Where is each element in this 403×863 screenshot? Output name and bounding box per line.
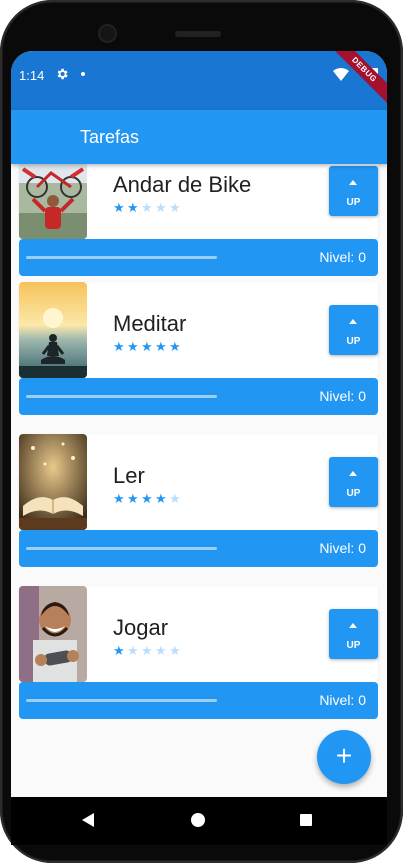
arrow-up-icon	[349, 471, 357, 476]
status-time: 1:14	[19, 68, 45, 83]
star-icon: ★	[169, 339, 181, 354]
task-list[interactable]: Andar de Bike ★ ★ ★ ★ ★ UP Nivel: 0 Medi…	[11, 164, 387, 797]
star-icon: ★	[155, 643, 167, 658]
star-icon: ★	[113, 200, 125, 215]
meditation-photo	[19, 282, 87, 378]
star-icon: ★	[155, 491, 167, 506]
system-navigation-bar	[11, 797, 387, 845]
arrow-up-icon	[349, 623, 357, 628]
home-icon[interactable]	[191, 813, 205, 827]
level-text: Nivel: 0	[319, 249, 366, 265]
back-icon[interactable]	[82, 813, 94, 827]
task-card: Meditar ★ ★ ★ ★ ★ UP Nivel: 0	[19, 282, 378, 415]
front-camera	[100, 26, 115, 41]
task-name: Jogar	[113, 615, 169, 640]
task-card-body: Ler ★ ★ ★ ★ ★ UP	[19, 434, 378, 530]
task-card: Ler ★ ★ ★ ★ ★ UP Nivel: 0	[19, 434, 378, 567]
task-card: Jogar ★ ★ ★ ★ ★ UP Nivel: 0	[19, 586, 378, 719]
rating-stars: ★ ★ ★ ★ ★	[113, 340, 182, 353]
app-bar: Tarefas	[11, 110, 387, 164]
star-icon: ★	[141, 643, 153, 658]
up-button[interactable]: UP	[329, 609, 378, 659]
task-level-bar: Nivel: 0	[19, 239, 378, 276]
arrow-up-icon	[349, 319, 357, 324]
star-icon: ★	[127, 339, 139, 354]
star-icon: ★	[113, 339, 125, 354]
task-level-bar: Nivel: 0	[19, 378, 378, 415]
task-card-body: Andar de Bike ★ ★ ★ ★ ★ UP	[19, 164, 378, 239]
task-name: Andar de Bike	[113, 172, 252, 197]
plus-icon: +	[335, 740, 353, 771]
star-icon: ★	[127, 643, 139, 658]
rating-stars: ★ ★ ★ ★ ★	[113, 644, 182, 657]
arrow-up-icon	[349, 180, 357, 185]
gear-icon	[57, 68, 68, 80]
star-icon: ★	[169, 200, 181, 215]
progress-bar	[26, 547, 217, 550]
star-icon: ★	[155, 200, 167, 215]
gamer-photo	[19, 586, 87, 682]
star-icon: ★	[127, 200, 139, 215]
recents-icon[interactable]	[300, 814, 312, 826]
star-icon: ★	[141, 200, 153, 215]
task-name: Meditar	[113, 311, 187, 336]
up-button-label: UP	[346, 336, 361, 347]
level-text: Nivel: 0	[319, 692, 366, 708]
page-title: Tarefas	[80, 127, 140, 147]
star-icon: ★	[113, 491, 125, 506]
app-screen: 1:14 DEBUG Tarefas Andar de Bike ★ ★ ★ ★…	[11, 51, 387, 797]
up-button-label: UP	[346, 640, 361, 651]
level-text: Nivel: 0	[319, 540, 366, 556]
up-button-label: UP	[346, 488, 361, 499]
wifi-icon	[333, 67, 349, 81]
level-text: Nivel: 0	[319, 388, 366, 404]
cyclist-photo	[19, 164, 87, 239]
progress-bar	[26, 395, 217, 398]
task-level-bar: Nivel: 0	[19, 682, 378, 719]
earpiece-speaker	[175, 31, 221, 37]
star-icon: ★	[169, 643, 181, 658]
star-icon: ★	[127, 491, 139, 506]
up-button[interactable]: UP	[329, 166, 378, 216]
up-button[interactable]: UP	[329, 457, 378, 507]
phone-frame: 1:14 DEBUG Tarefas Andar de Bike ★ ★ ★ ★…	[0, 0, 403, 863]
star-icon: ★	[169, 491, 181, 506]
task-card-body: Meditar ★ ★ ★ ★ ★ UP	[19, 282, 378, 378]
up-button[interactable]: UP	[329, 305, 378, 355]
task-name: Ler	[113, 463, 145, 488]
add-task-button[interactable]: +	[317, 730, 371, 784]
progress-bar	[26, 256, 217, 259]
up-button-label: UP	[346, 197, 361, 208]
status-bar: 1:14 DEBUG	[11, 51, 387, 110]
star-icon: ★	[155, 339, 167, 354]
star-icon: ★	[113, 643, 125, 658]
task-level-bar: Nivel: 0	[19, 530, 378, 567]
task-card: Andar de Bike ★ ★ ★ ★ ★ UP Nivel: 0	[19, 164, 378, 276]
rating-stars: ★ ★ ★ ★ ★	[113, 492, 182, 505]
task-card-body: Jogar ★ ★ ★ ★ ★ UP	[19, 586, 378, 682]
star-icon: ★	[141, 339, 153, 354]
star-icon: ★	[141, 491, 153, 506]
dot-icon	[81, 72, 85, 76]
progress-bar	[26, 699, 217, 702]
rating-stars: ★ ★ ★ ★ ★	[113, 201, 182, 214]
book-photo	[19, 434, 87, 530]
